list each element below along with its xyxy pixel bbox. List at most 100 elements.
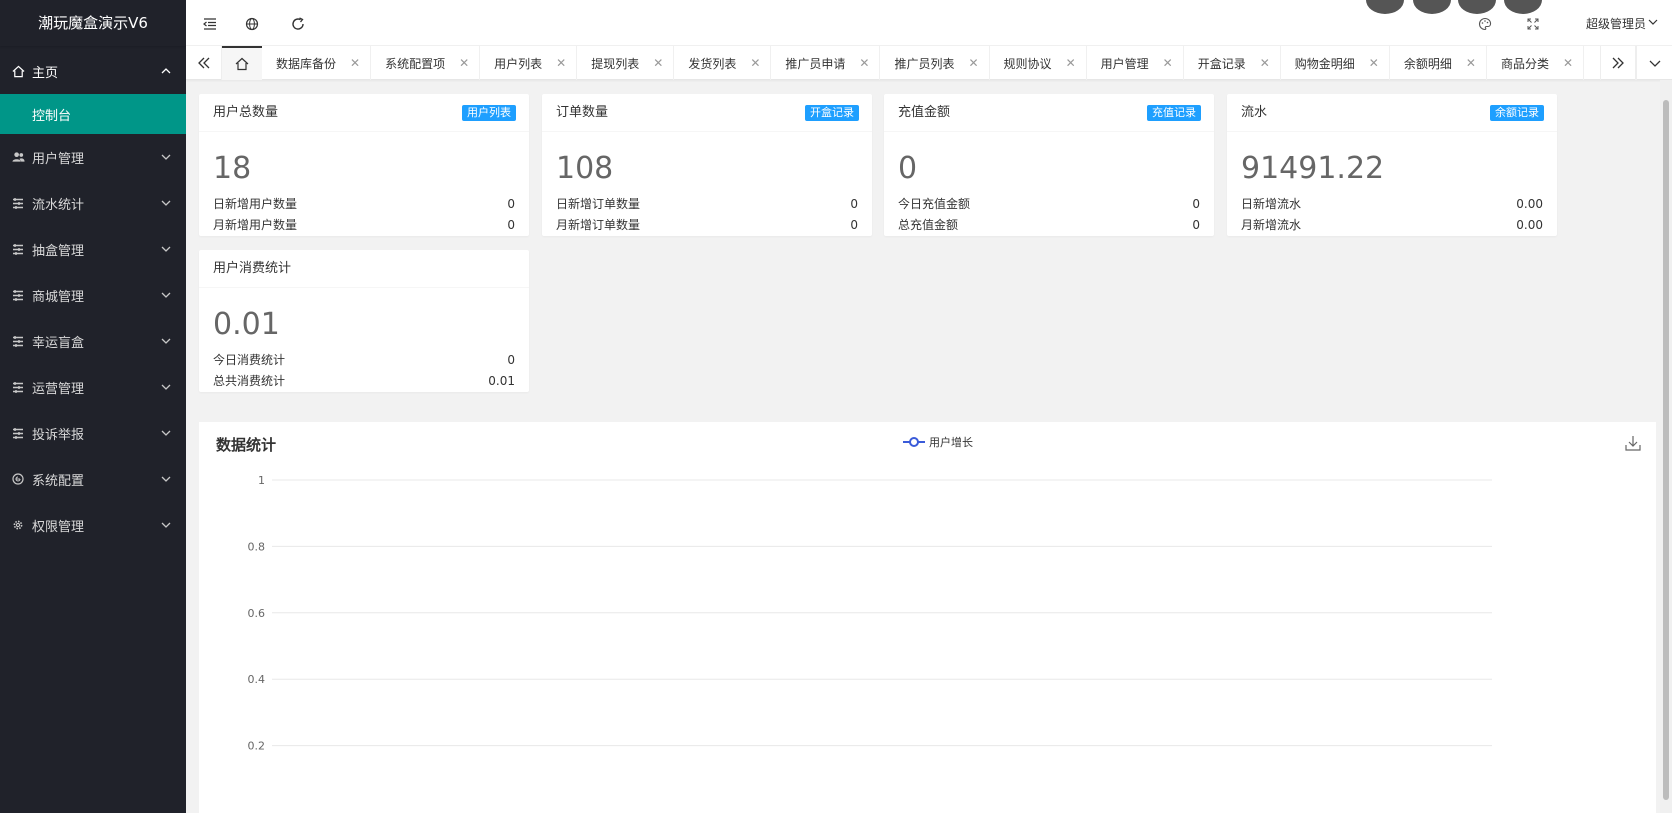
card-badge-link[interactable]: 余额记录 [1490,105,1544,121]
tab-1[interactable]: 数据库备份 ✕ [262,46,372,80]
refresh-button[interactable] [284,10,312,38]
close-icon[interactable]: ✕ [1260,56,1270,70]
close-icon[interactable]: ✕ [1466,56,1476,70]
sidebar-item-3[interactable]: 抽盒管理 [0,226,186,272]
close-icon[interactable]: ✕ [859,56,869,70]
tab-label: 用户管理 [1100,56,1149,71]
page-scrollbar[interactable] [1660,80,1672,813]
tab-11[interactable]: 购物金明细 ✕ [1281,46,1390,80]
app-logo-title[interactable]: 潮玩魔盒演示V6 [0,0,186,46]
stat-label: 今日消费统计 [213,353,286,367]
tab-label: 推广员申请 [785,56,846,71]
sidebar-item-8[interactable]: 系统配置 [0,456,186,502]
tab-bar: 数据库备份 ✕ 系统配置项 ✕ 用户列表 ✕ 提现列表 ✕ 发货列表 ✕ 推广员申请 ✕ 推广员列表 ✕ 规… [186,46,1672,80]
collapse-sidebar-button[interactable] [196,10,224,38]
tab-home[interactable] [222,46,262,80]
card-recharge-amount: 充值金额 充值记录 0 今日充值金额 0 总充值金额 0 [884,94,1214,236]
sidebar-item-label: 抽盒管理 [32,243,85,259]
tab-13[interactable]: 商品分类 ✕ [1487,46,1585,80]
stat-value: 0 [507,353,515,367]
sidebar-item-7[interactable]: 投诉举报 [0,410,186,456]
card-value: 91491.22 [1241,151,1385,186]
tab-label: 提现列表 [591,56,640,71]
tab-2[interactable]: 系统配置项 ✕ [371,46,481,80]
card-stat-row: 今日消费统计 0 [199,350,529,371]
theme-button[interactable] [1471,10,1499,38]
tab-6[interactable]: 推广员申请 ✕ [771,46,881,80]
stat-label: 总充值金额 [898,218,959,232]
users-icon [10,151,26,163]
sidebar-item-2[interactable]: 流水统计 [0,180,186,226]
card-stat-row: 月新增订单数量 0 [542,215,872,236]
stat-value: 0.00 [1516,218,1543,232]
card-badge-link[interactable]: 充值记录 [1147,105,1201,121]
tab-10[interactable]: 开盒记录 ✕ [1184,46,1281,80]
gear-icon [10,519,26,531]
chevron-down-icon [161,154,171,160]
sidebar-item-9[interactable]: 权限管理 [0,502,186,548]
website-button[interactable] [238,10,266,38]
sidebar-item-4[interactable]: 商城管理 [0,272,186,318]
card-user-consumption: 用户消费统计 0.01 今日消费统计 0 总共消费统计 0.01 [199,250,529,392]
close-icon[interactable]: ✕ [1369,56,1379,70]
scrollbar-thumb[interactable] [1663,100,1669,800]
close-icon[interactable]: ✕ [1066,56,1076,70]
card-header: 充值金额 充值记录 [884,94,1214,132]
close-icon[interactable]: ✕ [653,56,663,70]
sidebar-item-5[interactable]: 幸运盲盒 [0,318,186,364]
tab-3[interactable]: 用户列表 ✕ [480,46,578,80]
close-icon[interactable]: ✕ [350,56,360,70]
list-icon [10,243,26,255]
close-icon[interactable]: ✕ [1163,56,1173,70]
sidebar-item-console[interactable]: 控制台 [0,94,186,134]
card-badge-link[interactable]: 用户列表 [462,105,516,121]
tabs-scroll-right-button[interactable] [1600,46,1636,80]
sidebar-item-home[interactable]: 主页 [0,48,186,94]
refresh-icon [292,17,304,30]
palette-icon [1479,17,1492,31]
tab-5[interactable]: 发货列表 ✕ [674,46,772,80]
sidebar-item-label: 流水统计 [32,197,85,213]
close-icon[interactable]: ✕ [968,56,978,70]
tabs-scroll-left-button[interactable] [186,46,222,80]
sidebar-item-1[interactable]: 用户管理 [0,134,186,180]
card-badge-link[interactable]: 开盒记录 [805,105,859,121]
line-chart: 1 0.8 0.6 0.4 0.2 [248,474,1492,753]
close-icon[interactable]: ✕ [459,56,469,70]
close-icon[interactable]: ✕ [1563,56,1573,70]
sidebar-item-label: 系统配置 [32,473,85,489]
fullscreen-button[interactable] [1519,10,1547,38]
sidebar-item-label: 主页 [32,65,59,81]
chevron-down-icon [161,246,171,252]
y-tick-label: 0.8 [248,540,266,553]
chart-title: 数据统计 [216,436,277,454]
download-icon[interactable] [1624,434,1642,452]
chevron-down-icon [161,292,171,298]
tab-12[interactable]: 余额明细 ✕ [1390,46,1487,80]
card-stat-row: 总充值金额 0 [884,215,1214,236]
legend-line-marker [903,437,925,447]
close-icon[interactable]: ✕ [750,56,760,70]
tab-7[interactable]: 推广员列表 ✕ [880,46,990,80]
tab-label: 发货列表 [688,56,737,71]
top-header: 超级管理员 [186,0,1672,46]
close-icon[interactable]: ✕ [556,56,566,70]
chevron-down-icon [161,384,171,390]
decorative-circle [1413,0,1451,14]
tab-8[interactable]: 规则协议 ✕ [990,46,1087,80]
double-chevron-right-icon [1612,57,1624,69]
tabs-menu-button[interactable] [1636,46,1672,80]
card-title: 充值金额 [898,105,951,120]
list-icon [10,289,26,301]
stat-value: 0 [507,197,515,211]
sidebar-item-6[interactable]: 运营管理 [0,364,186,410]
user-menu[interactable]: 超级管理员 [1586,15,1646,32]
sidebar-sub-label: 控制台 [32,108,72,124]
chart-legend-item[interactable]: 用户增长 [903,434,973,450]
tab-9[interactable]: 用户管理 ✕ [1087,46,1184,80]
stat-label: 总共消费统计 [213,374,286,388]
card-stat-row: 今日充值金额 0 [884,194,1214,215]
tab-4[interactable]: 提现列表 ✕ [577,46,675,80]
y-tick-label: 0.2 [248,740,266,753]
card-title: 订单数量 [556,105,609,120]
